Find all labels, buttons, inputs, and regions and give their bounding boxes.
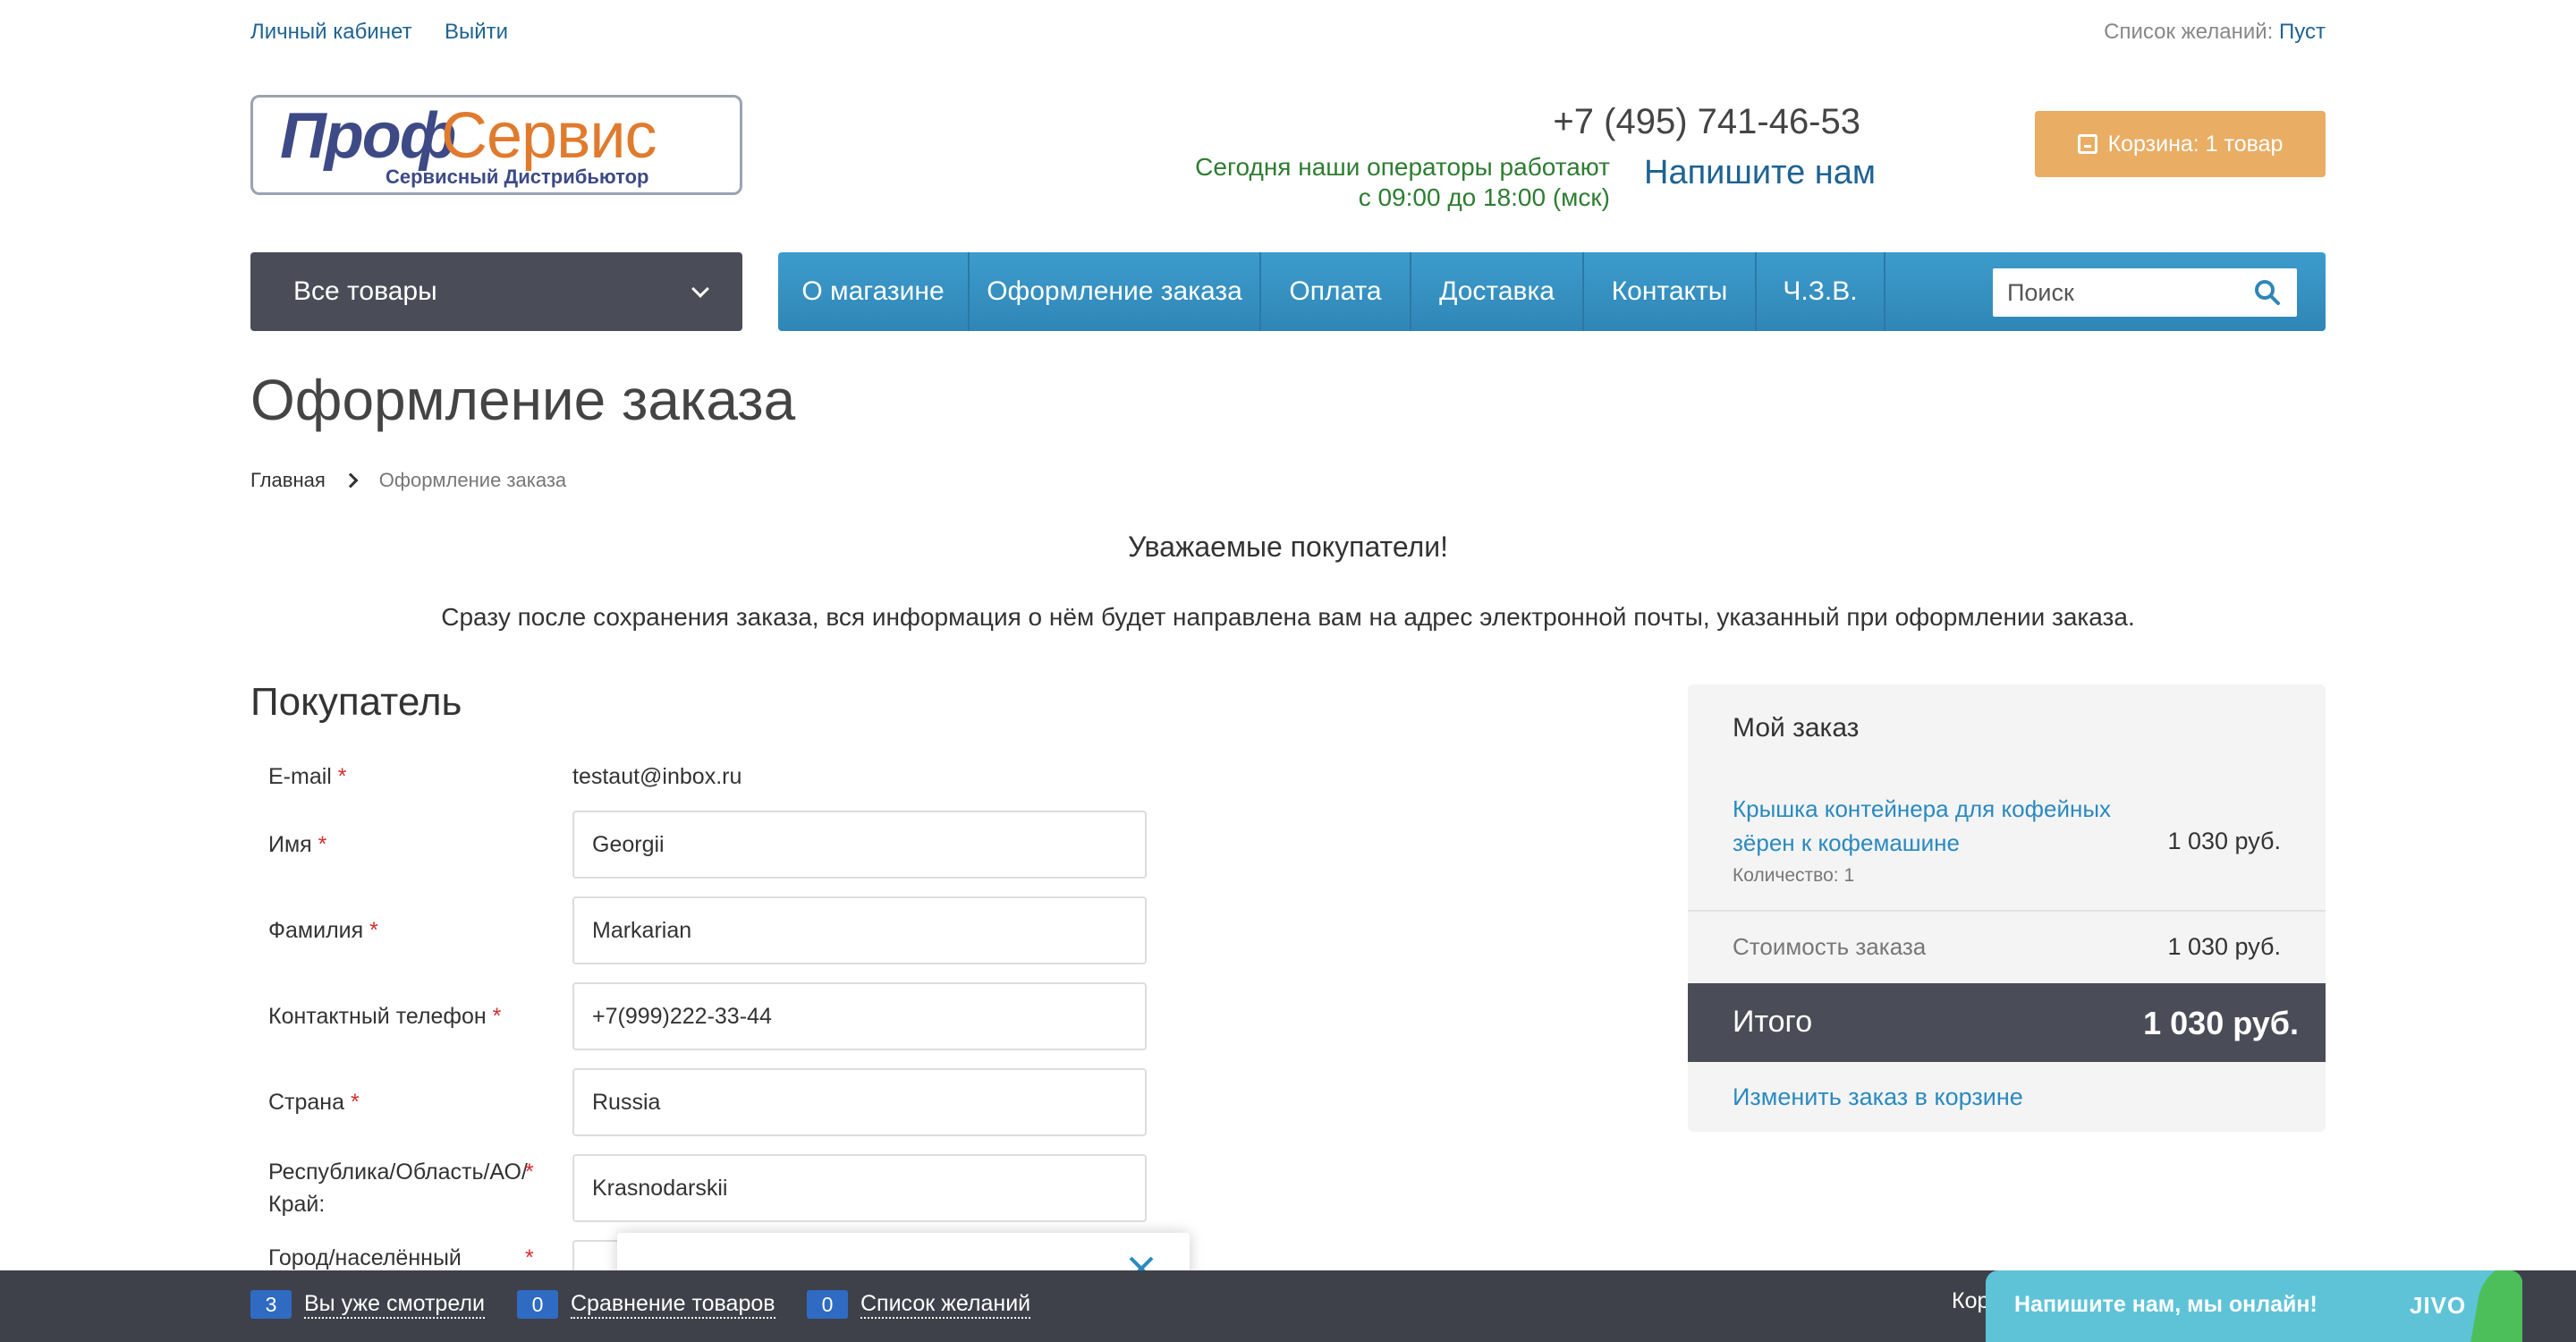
buyer-title: Покупатель <box>250 680 462 724</box>
wishlist-bottom-label: Список желаний <box>860 1290 1031 1319</box>
breadcrumb-current: Оформление заказа <box>378 469 567 491</box>
logo-part2: Сервис <box>441 100 657 172</box>
search-icon[interactable] <box>2254 279 2281 306</box>
menu-item-contacts[interactable]: Контакты <box>1584 252 1757 331</box>
hours-line1: Сегодня наши операторы работают <box>1195 153 1610 181</box>
order-summary: Мой заказ Крышка контейнера для кофейных… <box>1688 684 2326 1132</box>
first-name-field[interactable] <box>572 811 1147 879</box>
divider <box>1688 910 2326 912</box>
search-input[interactable] <box>1993 268 2243 317</box>
menu-item-payment[interactable]: Оплата <box>1261 252 1411 331</box>
write-us-link[interactable]: Напишите нам <box>1644 154 1876 192</box>
region-required: * <box>525 1159 534 1185</box>
search-box <box>1993 268 2297 317</box>
wishlist-label: Список желаний: <box>2104 20 2274 44</box>
email-label: E-mail * <box>268 764 347 789</box>
all-goods-dropdown[interactable]: Все товары <box>250 252 742 331</box>
leaf-icon <box>2470 1270 2522 1342</box>
order-total-value: 1 030 руб. <box>2143 1005 2299 1041</box>
cart-label: Корзина: 1 товар <box>2107 131 2284 157</box>
wishlist-count: 0 <box>807 1290 848 1319</box>
all-goods-label: Все товары <box>293 276 437 306</box>
compare-count: 0 <box>517 1290 558 1319</box>
breadcrumb-home[interactable]: Главная <box>250 469 326 492</box>
viewed-count: 3 <box>250 1290 292 1319</box>
bottom-cart-link[interactable]: Кор <box>1952 1288 1989 1314</box>
order-item-link[interactable]: Крышка контейнера для кофейных зёрен к к… <box>1733 792 2144 860</box>
order-cost-value: 1 030 руб. <box>2167 933 2281 960</box>
menu-item-checkout[interactable]: Оформление заказа <box>970 252 1261 331</box>
greeting: Уважаемые покупатели! <box>1127 531 1449 563</box>
chat-widget-text: Напишите нам, мы онлайн! <box>2014 1292 2318 1317</box>
chevron-down-icon <box>691 280 709 298</box>
city-required: * <box>525 1245 534 1270</box>
phone-number: +7 (495) 741-46-53 <box>1553 102 1860 141</box>
breadcrumb: Главная Оформление заказа <box>250 469 566 492</box>
wishlist-status[interactable]: Список желаний: Пуст <box>2104 20 2326 45</box>
wishlist-bottom[interactable]: 0 Список желаний <box>807 1290 1031 1319</box>
wishlist-value[interactable]: Пуст <box>2279 20 2326 44</box>
region-field[interactable] <box>572 1154 1147 1222</box>
viewed-products[interactable]: 3 Вы уже смотрели <box>250 1290 485 1319</box>
first-name-label: Имя * <box>268 832 327 857</box>
compare-label: Сравнение товаров <box>571 1290 775 1319</box>
page-title: Оформление заказа <box>250 368 796 432</box>
order-cost-label: Стоимость заказа <box>1733 933 1927 960</box>
logo-subtitle: Сервисный Дистрибьютор <box>386 166 649 188</box>
country-label: Страна * <box>268 1090 360 1115</box>
hours-line2: с 09:00 до 18:00 (мск) <box>1358 183 1610 211</box>
account-link[interactable]: Личный кабинет <box>250 20 412 45</box>
menu-item-delivery[interactable]: Доставка <box>1411 252 1584 331</box>
order-item-quantity: Количество: 1 <box>1733 865 1855 886</box>
logo[interactable]: Проф Сервис Сервисный Дистрибьютор <box>250 95 742 195</box>
last-name-field[interactable] <box>572 896 1147 964</box>
order-total-row: Итого 1 030 руб. <box>1688 983 2326 1062</box>
basket-icon <box>2077 134 2097 154</box>
work-hours: Сегодня наши операторы работают с 09:00 … <box>1195 152 1610 213</box>
email-value: testaut@inbox.ru <box>572 764 742 789</box>
logout-link[interactable]: Выйти <box>445 20 508 45</box>
chat-widget[interactable]: Напишите нам, мы онлайн! JIVO <box>1986 1270 2522 1342</box>
country-field[interactable] <box>572 1068 1147 1136</box>
phone-label: Контактный телефон * <box>268 1004 502 1029</box>
cart-button[interactable]: Корзина: 1 товар <box>2035 111 2326 177</box>
chevron-right-icon <box>343 472 359 488</box>
order-title: Мой заказ <box>1733 713 1860 743</box>
last-name-label: Фамилия * <box>268 918 378 943</box>
region-label: Республика/Область/АО/ Край: <box>268 1159 528 1217</box>
order-total-label: Итого <box>1733 1005 1813 1039</box>
menu-item-about[interactable]: О магазине <box>778 252 970 331</box>
compare-products[interactable]: 0 Сравнение товаров <box>517 1290 775 1319</box>
city-label: Город/населённый <box>268 1245 462 1270</box>
chat-widget-brand: JIVO <box>2410 1292 2467 1319</box>
phone-field[interactable] <box>572 982 1147 1050</box>
order-item-price: 1 030 руб. <box>2167 828 2281 854</box>
menu-item-faq[interactable]: Ч.З.В. <box>1757 252 1885 331</box>
logo-part1: Проф <box>280 100 456 172</box>
viewed-label: Вы уже смотрели <box>304 1290 485 1319</box>
order-notice: Сразу после сохранения заказа, вся инфор… <box>441 603 2135 631</box>
change-order-link[interactable]: Изменить заказ в корзине <box>1733 1083 2023 1111</box>
